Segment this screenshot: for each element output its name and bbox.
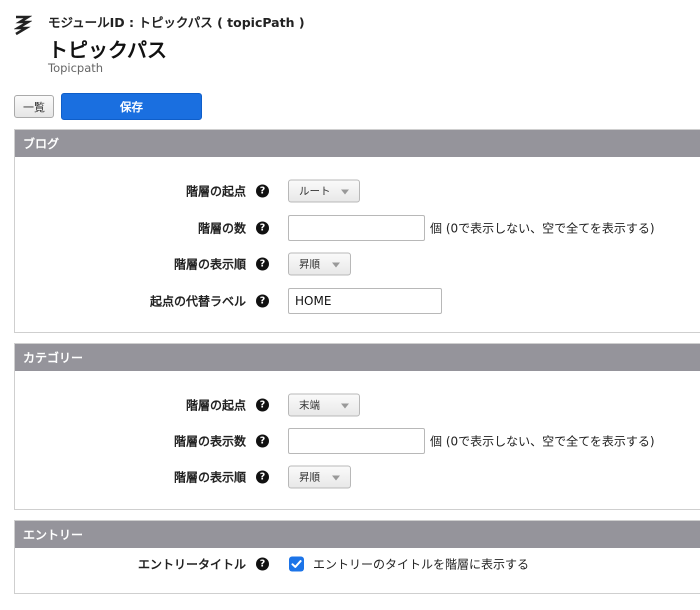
label-category-level-display-count: 階層の表示数: [173, 434, 246, 449]
input-category-level-display-count[interactable]: [288, 428, 425, 454]
row-category-level-order: 階層の表示順 ? 昇順: [15, 464, 700, 490]
row-category-level-start: 階層の起点 ? 末端: [15, 392, 700, 418]
row-entry-title: エントリータイトル ? エントリーのタイトルを階層に表示する: [15, 551, 700, 577]
hint-blog-level-count: 個 (0で表示しない、空で全てを表示する): [430, 221, 655, 236]
section-header-blog: ブログ: [15, 130, 700, 157]
input-blog-start-label[interactable]: HOME: [288, 288, 442, 314]
help-icon[interactable]: ?: [256, 257, 269, 271]
row-category-level-display-count: 階層の表示数 ? 個 (0で表示しない、空で全てを表示する): [15, 428, 700, 454]
list-button[interactable]: 一覧: [14, 95, 54, 118]
checkmark-icon: [291, 560, 302, 568]
select-value: 昇順: [299, 258, 320, 271]
entry-title-checkbox[interactable]: [289, 556, 304, 572]
hint-category-level-display-count: 個 (0で表示しない、空で全てを表示する): [430, 434, 655, 449]
help-icon[interactable]: ?: [256, 294, 269, 308]
section-header-entry: エントリー: [15, 521, 700, 548]
module-id-text: モジュールID : トピックパス ( topicPath ): [48, 15, 305, 30]
input-blog-level-count[interactable]: [288, 215, 425, 241]
row-blog-level-order: 階層の表示順 ? 昇順: [15, 251, 700, 277]
label-blog-level-count: 階層の数: [197, 221, 246, 236]
help-icon[interactable]: ?: [256, 398, 269, 412]
select-blog-level-start[interactable]: ルート: [288, 179, 360, 203]
page-header: モジュールID : トピックパス ( topicPath ) トピックパス To…: [14, 10, 700, 82]
label-category-level-start: 階層の起点: [185, 398, 246, 413]
chevron-down-icon: [341, 189, 349, 195]
chevron-down-icon: [332, 475, 340, 481]
select-value: 昇順: [299, 471, 320, 484]
select-value: 末端: [299, 399, 320, 412]
chevron-down-icon: [332, 262, 340, 268]
row-blog-level-start: 階層の起点 ? ルート: [15, 178, 700, 204]
entry-title-checkbox-label[interactable]: エントリーのタイトルを階層に表示する: [313, 556, 529, 573]
section-category: カテゴリー 階層の起点 ? 末端 階層の表示数 ? 個 (0で表示しない、空で全…: [14, 343, 700, 510]
select-blog-level-order[interactable]: 昇順: [288, 252, 351, 276]
section-entry: エントリー エントリータイトル ? エントリーのタイトルを階層に表示する: [14, 520, 700, 594]
row-blog-level-count: 階層の数 ? 個 (0で表示しない、空で全てを表示する): [15, 215, 700, 241]
select-category-level-start[interactable]: 末端: [288, 393, 360, 417]
help-icon[interactable]: ?: [256, 557, 269, 571]
section-blog: ブログ 階層の起点 ? ルート 階層の数 ? 個 (0で表示しない、空で全てを表…: [14, 129, 700, 333]
page-subtitle: Topicpath: [48, 61, 104, 75]
section-header-category: カテゴリー: [15, 344, 700, 371]
save-button[interactable]: 保存: [61, 93, 202, 120]
help-icon[interactable]: ?: [256, 221, 269, 235]
topicpath-module-icon: [14, 15, 32, 36]
label-blog-level-start: 階層の起点: [185, 184, 246, 199]
label-entry-title: エントリータイトル: [137, 557, 246, 572]
label-category-level-order: 階層の表示順: [173, 470, 246, 485]
page-title: トピックパス: [48, 38, 167, 62]
label-blog-level-order: 階層の表示順: [173, 257, 246, 272]
help-icon[interactable]: ?: [256, 434, 269, 448]
help-icon[interactable]: ?: [256, 470, 269, 484]
chevron-down-icon: [341, 403, 349, 409]
help-icon[interactable]: ?: [256, 184, 269, 198]
select-category-level-order[interactable]: 昇順: [288, 465, 351, 489]
row-blog-start-label: 起点の代替ラベル ? HOME: [15, 288, 700, 314]
select-value: ルート: [299, 185, 331, 198]
label-blog-start-label: 起点の代替ラベル: [149, 294, 246, 309]
